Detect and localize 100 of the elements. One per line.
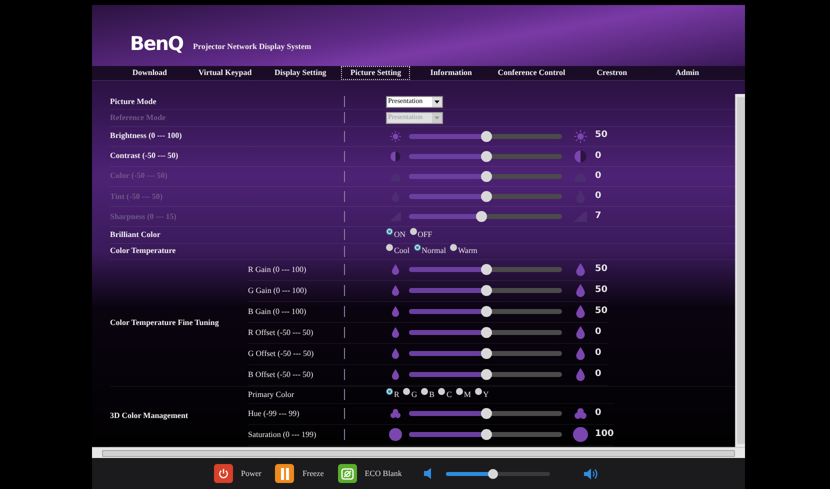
radio-option[interactable]: M — [456, 388, 471, 401]
slider-track[interactable] — [409, 288, 562, 294]
drop-icon — [574, 284, 586, 298]
radio-option[interactable]: OFF — [410, 228, 432, 241]
setting-label: Brightness (0 --- 100) — [110, 130, 183, 142]
radio-option[interactable]: B — [421, 388, 434, 401]
contrast-icon — [390, 150, 400, 162]
slider-track[interactable] — [409, 330, 562, 336]
slider-thumb[interactable] — [480, 285, 492, 296]
control-button[interactable]: Freeze — [275, 464, 324, 483]
value-reading: 0 — [595, 326, 602, 340]
speaker-low-icon — [424, 468, 432, 479]
setting-label: B Offset (-50 --- 50) — [248, 368, 314, 381]
setting-label: Picture Mode — [110, 96, 158, 108]
radio-option[interactable]: Y — [474, 388, 489, 401]
setting-label: Brilliant Color — [110, 228, 162, 241]
slider-thumb[interactable] — [480, 369, 492, 380]
circle-icon — [572, 427, 588, 442]
volume-thumb[interactable] — [488, 468, 498, 478]
drop-icon — [390, 306, 400, 318]
brand-logo: BenQ — [130, 32, 184, 58]
volume-track[interactable] — [446, 472, 550, 476]
value-reading: 0 — [595, 347, 602, 360]
slider-track[interactable] — [409, 134, 562, 139]
slider-thumb[interactable] — [480, 170, 492, 182]
radio-option[interactable]: C — [438, 388, 452, 401]
value-reading: 50 — [595, 129, 608, 142]
setting-label: B Gain (0 --- 100) — [248, 306, 308, 318]
drop-icon — [390, 327, 400, 338]
slider-track[interactable] — [409, 411, 562, 416]
dots-icon — [574, 407, 586, 420]
slider-track[interactable] — [409, 154, 562, 159]
value-reading: 7 — [595, 210, 602, 223]
value-reading: 0 — [595, 150, 602, 163]
slider-thumb[interactable] — [480, 306, 492, 318]
setting-label: R Gain (0 --- 100) — [248, 264, 308, 276]
nav-tab[interactable]: Download — [123, 66, 176, 80]
header-subtitle: Projector Network Display System — [193, 40, 312, 52]
value-reading: 0 — [595, 170, 602, 183]
drop-icon — [574, 263, 586, 276]
nav-tab[interactable]: Picture Setting — [341, 66, 410, 80]
setting-label: Tint (-50 --- 50) — [110, 190, 164, 203]
radio-option[interactable]: Cool — [386, 245, 410, 258]
slider-track[interactable] — [409, 309, 562, 314]
slider-thumb[interactable] — [480, 348, 492, 360]
nav-tab[interactable]: Display Setting — [266, 66, 336, 80]
nav-tab[interactable]: Admin — [666, 66, 708, 80]
horizontal-scrollbar[interactable] — [92, 447, 745, 458]
slider-thumb[interactable] — [480, 327, 492, 338]
dots-icon — [390, 408, 400, 420]
sun-icon — [574, 130, 586, 143]
slider-track[interactable] — [409, 432, 562, 438]
drop-icon — [574, 305, 586, 318]
radio-option[interactable]: G — [403, 388, 418, 401]
slider-track[interactable] — [409, 267, 562, 272]
caret-icon — [432, 112, 442, 123]
setting-label: R Offset (-50 --- 50) — [248, 326, 314, 339]
nav-tab[interactable]: Virtual Keypad — [189, 66, 261, 80]
setting-label: Contrast (-50 --- 50) — [110, 150, 180, 162]
drop-icon — [390, 285, 400, 296]
slider-track[interactable] — [409, 372, 562, 378]
slider-track[interactable] — [409, 351, 562, 356]
value-reading: 0 — [595, 407, 602, 420]
vertical-scrollbar[interactable] — [735, 94, 745, 447]
speaker-high-icon — [584, 468, 599, 480]
slider-thumb[interactable] — [476, 211, 487, 222]
slider-track[interactable] — [409, 174, 562, 179]
setting-label: Sharpness (0 --- 15) — [110, 210, 178, 223]
value-reading: 50 — [595, 305, 608, 318]
setting-label: Primary Color — [248, 388, 295, 401]
drop-icon — [574, 326, 586, 340]
radio-option[interactable]: Normal — [414, 245, 446, 258]
radio-option[interactable]: Warm — [450, 245, 478, 258]
slider-thumb[interactable] — [480, 191, 492, 202]
nav-tab[interactable]: Information — [421, 66, 481, 80]
control-button[interactable]: ECO Blank — [338, 464, 402, 483]
blank-screen-icon — [340, 468, 354, 480]
drop-icon — [390, 369, 400, 380]
value-reading: 50 — [595, 263, 608, 276]
nav-tab[interactable]: Conference Control — [488, 66, 574, 80]
slider-thumb[interactable] — [480, 264, 492, 276]
setting-label: Hue (-99 --- 99) — [248, 408, 300, 420]
drop-icon — [390, 348, 400, 360]
slider-thumb[interactable] — [480, 150, 492, 162]
slider-track[interactable] — [409, 214, 562, 220]
slider-thumb[interactable] — [480, 429, 492, 440]
slider-thumb[interactable] — [480, 130, 492, 142]
control-button[interactable]: Power — [214, 464, 262, 483]
radio-option[interactable]: R — [386, 388, 400, 401]
value-reading: 0 — [595, 368, 602, 382]
value-reading: 50 — [595, 284, 608, 298]
radio-option[interactable]: ON — [386, 228, 406, 241]
contrast-icon — [574, 150, 586, 163]
slider-thumb[interactable] — [480, 408, 492, 420]
nav-tab[interactable]: Crestron — [588, 66, 636, 80]
circle-icon — [388, 428, 402, 442]
group-label: 3D Color Management — [110, 410, 190, 422]
sun-icon — [390, 130, 400, 142]
slider-track[interactable] — [409, 194, 562, 200]
setting-label: Color (-50 --- 50) — [110, 170, 168, 182]
